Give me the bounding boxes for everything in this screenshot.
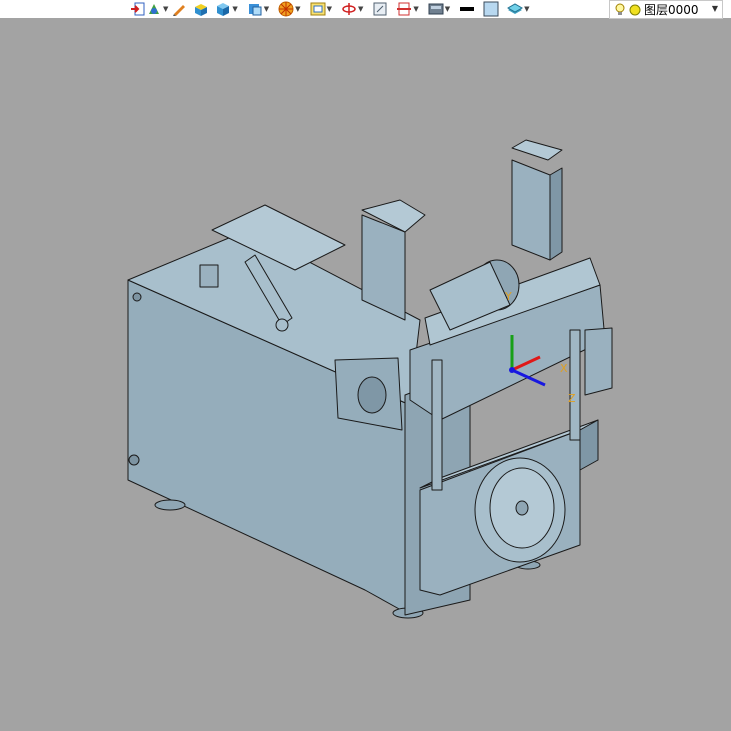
wheel-filter-icon[interactable]	[278, 1, 294, 17]
edit-tool[interactable]	[171, 0, 187, 18]
face-color-swatch[interactable]	[483, 1, 499, 17]
rotate-view-tool[interactable]: ▼	[341, 0, 366, 18]
lightbulb-icon[interactable]	[614, 3, 626, 17]
exit-sketch-tool[interactable]	[130, 0, 146, 18]
face-color-tool[interactable]	[483, 0, 499, 18]
rotate-view-dropdown[interactable]: ▼	[358, 0, 363, 18]
display-mode-dropdown[interactable]: ▼	[445, 0, 450, 18]
upright-side	[549, 167, 563, 261]
cad-model[interactable]: X Y Z	[0, 18, 731, 731]
line-color-tool[interactable]	[459, 0, 475, 18]
shaded-cube-tool[interactable]: ▼	[215, 0, 240, 18]
front-disk-hub	[515, 500, 529, 516]
guide-post-right	[569, 329, 581, 441]
triad-x-label: X	[560, 362, 568, 375]
side-hole-2	[128, 454, 140, 466]
layer-stack-icon[interactable]	[507, 1, 524, 17]
solid-block-tool[interactable]	[193, 0, 209, 18]
3d-viewport[interactable]: X Y Z	[0, 18, 731, 731]
view-cube-tool[interactable]: ▼	[247, 0, 272, 18]
triad-z-label: Z	[568, 392, 576, 405]
zoom-frame-icon[interactable]	[310, 1, 326, 17]
triad-y-label: Y	[504, 290, 512, 303]
section-view-tool[interactable]: ▼	[396, 0, 421, 18]
guide-post-left	[431, 359, 443, 491]
datum-dropdown[interactable]: ▼	[163, 0, 168, 18]
upright-front	[511, 159, 551, 261]
exit-sketch-icon[interactable]	[130, 1, 146, 17]
section-view-dropdown[interactable]: ▼	[413, 0, 418, 18]
display-mode-icon[interactable]	[428, 1, 444, 17]
layer-stack-tool[interactable]: ▼	[507, 0, 532, 18]
shaded-cube-dropdown[interactable]: ▼	[232, 0, 237, 18]
filter-dropdown[interactable]: ▼	[295, 0, 300, 18]
datum-tool[interactable]: ▼	[146, 0, 171, 18]
edit-pen-icon[interactable]	[171, 1, 187, 17]
layer-name: 图层0000	[644, 3, 699, 17]
zoom-frame-tool[interactable]: ▼	[310, 0, 335, 18]
filter-tool[interactable]: ▼	[278, 0, 303, 18]
right-bracket	[584, 327, 613, 396]
flange-bore	[357, 376, 387, 414]
machine-assembly	[127, 139, 613, 619]
zoom-frame-dropdown[interactable]: ▼	[327, 0, 332, 18]
layer-select[interactable]: 图层0000 ▼	[609, 0, 723, 19]
fit-view-icon[interactable]	[372, 1, 388, 17]
view-cube-icon[interactable]	[247, 1, 263, 17]
shaded-cube-icon[interactable]	[215, 1, 231, 17]
layer-stack-dropdown[interactable]: ▼	[524, 0, 529, 18]
layer-status-icon[interactable]	[629, 4, 641, 16]
view-cube-dropdown[interactable]: ▼	[264, 0, 269, 18]
datum-icon[interactable]	[146, 1, 162, 17]
top-toolbar: ▼ ▼ ▼ ▼ ▼ ▼ ▼ ▼ ▼ 图层0000 ▼	[0, 0, 731, 19]
handle-knob	[275, 318, 289, 332]
rotate-view-icon[interactable]	[341, 1, 357, 17]
layer-dropdown-arrow[interactable]: ▼	[712, 1, 718, 17]
triad-origin	[509, 367, 515, 373]
display-mode-tool[interactable]: ▼	[428, 0, 453, 18]
solid-block-icon[interactable]	[193, 1, 209, 17]
upright-top	[511, 139, 563, 161]
bracket-small	[199, 264, 219, 288]
section-view-icon[interactable]	[396, 1, 412, 17]
fit-view-tool[interactable]	[372, 0, 388, 18]
side-hole-1	[132, 292, 142, 302]
line-color-swatch[interactable]	[459, 1, 475, 17]
foot-left	[154, 499, 186, 511]
